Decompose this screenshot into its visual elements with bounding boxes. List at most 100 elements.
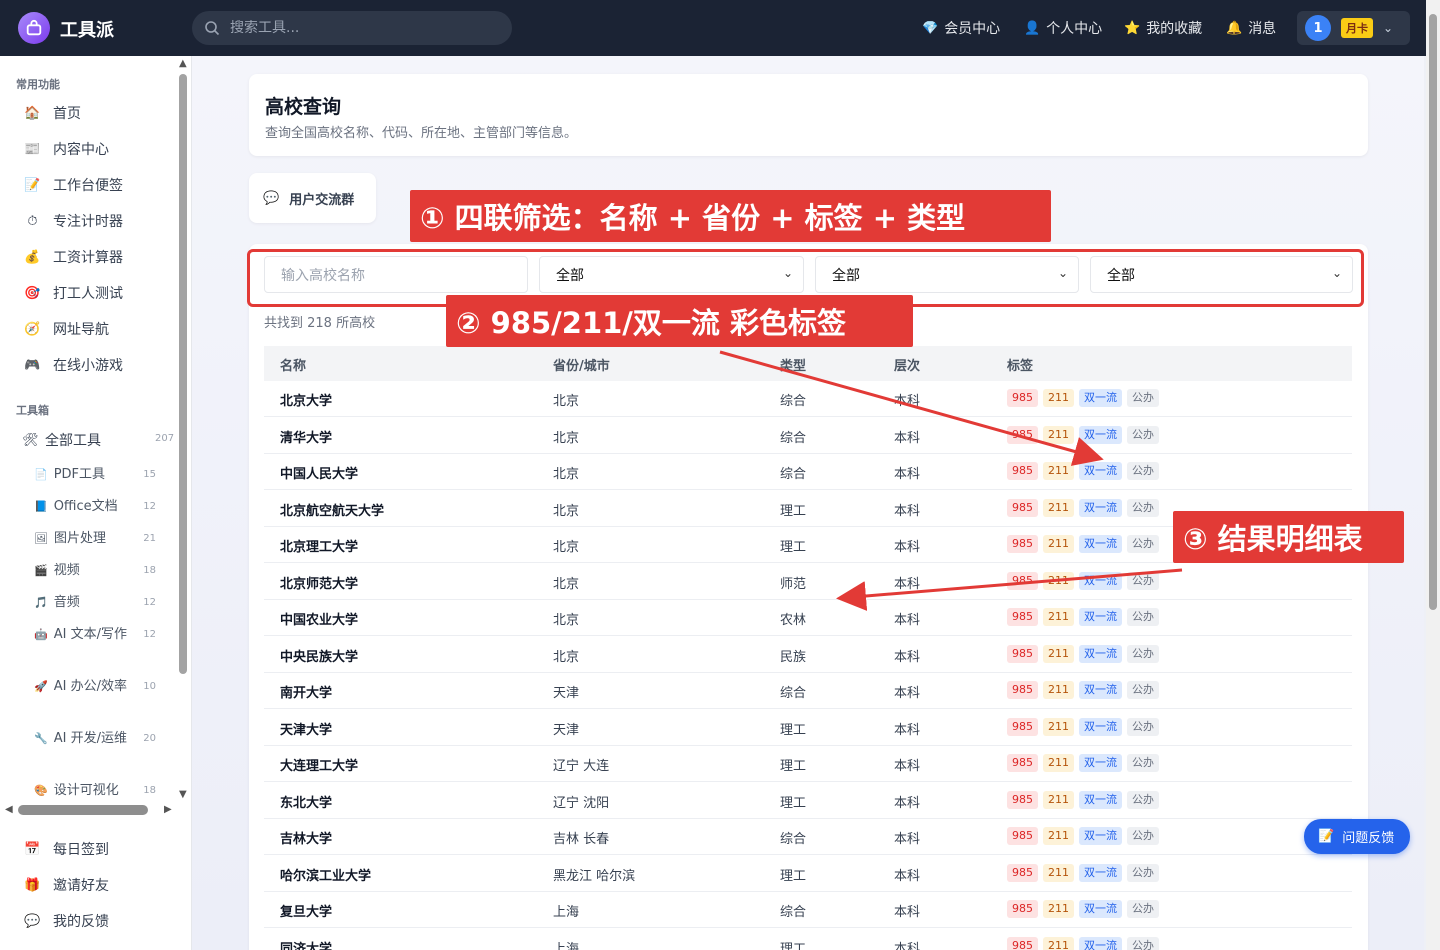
subitem-count: 15 bbox=[143, 469, 156, 480]
table-row[interactable]: 北京大学 北京 综合 本科 985 211 双一流 公办 bbox=[264, 381, 1352, 417]
table-row[interactable]: 中国农业大学 北京 农林 本科 985 211 双一流 公办 bbox=[264, 600, 1352, 636]
table-row[interactable]: 中国人民大学 北京 综合 本科 985 211 双一流 公办 bbox=[264, 454, 1352, 490]
cell-type: 综合 bbox=[780, 905, 807, 920]
col-city[interactable]: 省份/城市 bbox=[553, 355, 610, 374]
col-name[interactable]: 名称 bbox=[280, 355, 306, 374]
cell-tags: 985 211 双一流 公办 bbox=[1007, 936, 1159, 950]
sidebar-item-common[interactable]: 💰 工资计算器 bbox=[24, 247, 123, 267]
user-menu[interactable]: 1 月卡 ⌄ bbox=[1297, 11, 1410, 45]
tag-badge: 双一流 bbox=[1079, 790, 1122, 809]
nav-vip-center[interactable]: 💎 会员中心 bbox=[922, 18, 1000, 38]
user-group-button[interactable]: 💬 用户交流群 bbox=[249, 173, 376, 223]
section-title-toolbox: 工具箱 bbox=[16, 404, 49, 417]
cell-level: 本科 bbox=[894, 540, 921, 555]
menu-icon: 💰 bbox=[24, 249, 41, 265]
nav-favorites[interactable]: ⭐ 我的收藏 bbox=[1124, 18, 1202, 38]
search-input[interactable] bbox=[230, 20, 490, 36]
search-icon bbox=[205, 21, 220, 36]
sidebar-subitem-label: PDF工具 bbox=[53, 467, 106, 482]
table-row[interactable]: 南开大学 天津 综合 本科 985 211 双一流 公办 bbox=[264, 673, 1352, 709]
cell-tags: 985 211 双一流 公办 bbox=[1007, 827, 1159, 845]
nav-profile[interactable]: 👤 个人中心 bbox=[1024, 18, 1102, 38]
tag-badge: 双一流 bbox=[1079, 535, 1122, 553]
tag-badge: 公办 bbox=[1127, 462, 1159, 480]
sidebar-hscroll-thumb[interactable] bbox=[18, 805, 148, 815]
sidebar-item-common[interactable]: 🎮 在线小游戏 bbox=[24, 355, 123, 375]
col-tags[interactable]: 标签 bbox=[1007, 355, 1033, 374]
tag-badge: 公办 bbox=[1127, 681, 1159, 699]
nav-messages[interactable]: 🔔 消息 bbox=[1226, 18, 1276, 38]
table-row[interactable]: 同济大学 上海 理工 本科 985 211 双一流 公办 bbox=[264, 929, 1352, 950]
cell-tags: 985 211 双一流 公办 bbox=[1007, 571, 1159, 590]
table-row[interactable]: 中央民族大学 北京 民族 本科 985 211 双一流 公办 bbox=[264, 637, 1352, 673]
tag-badge: 985 bbox=[1007, 571, 1038, 590]
cell-name: 中国农业大学 bbox=[280, 613, 359, 628]
sidebar-scroll-thumb[interactable] bbox=[179, 74, 187, 674]
tag-badge: 公办 bbox=[1127, 425, 1159, 444]
cell-level: 本科 bbox=[894, 576, 921, 592]
sidebar-item-bottom[interactable]: 🎁 邀请好友 bbox=[24, 875, 109, 895]
cell-tags: 985 211 双一流 公办 bbox=[1007, 717, 1159, 736]
sidebar-item-label: 我的反馈 bbox=[53, 914, 109, 930]
table-row[interactable]: 复旦大学 上海 综合 本科 985 211 双一流 公办 bbox=[264, 892, 1352, 928]
sidebar-item-bottom[interactable]: 📅 每日签到 bbox=[24, 839, 109, 859]
sidebar-item-common[interactable]: ⏱ 专注计时器 bbox=[24, 211, 123, 231]
table-row[interactable]: 吉林大学 吉林 长春 综合 本科 985 211 双一流 公办 bbox=[264, 819, 1352, 855]
tag-badge: 211 bbox=[1043, 498, 1074, 517]
table-row[interactable]: 大连理工大学 辽宁 大连 理工 本科 985 211 双一流 公办 bbox=[264, 746, 1352, 782]
cell-type: 理工 bbox=[780, 540, 807, 555]
avatar[interactable]: 1 bbox=[1305, 15, 1331, 41]
sidebar-item-label: 每日签到 bbox=[53, 842, 109, 858]
tag-badge: 985 bbox=[1007, 535, 1038, 553]
scroll-left-arrow[interactable]: ◀ bbox=[5, 804, 13, 815]
chevron-down-icon[interactable]: ⌄ bbox=[1383, 21, 1393, 35]
tag-badge: 双一流 bbox=[1079, 571, 1122, 590]
table-row[interactable]: 东北大学 辽宁 沈阳 理工 本科 985 211 双一流 公办 bbox=[264, 783, 1352, 819]
membership-badge: 月卡 bbox=[1341, 18, 1373, 38]
brand-name[interactable]: 工具派 bbox=[60, 16, 114, 42]
tag-badge: 公办 bbox=[1127, 498, 1159, 517]
cell-type: 理工 bbox=[780, 941, 807, 950]
sidebar-item-common[interactable]: 🏠 首页 bbox=[24, 103, 81, 123]
col-type[interactable]: 类型 bbox=[780, 355, 806, 374]
tag-badge: 211 bbox=[1043, 790, 1074, 809]
sidebar-item-common[interactable]: 📰 内容中心 bbox=[24, 139, 109, 159]
page-scroll-thumb[interactable] bbox=[1429, 14, 1437, 610]
tag-badge: 985 bbox=[1007, 900, 1038, 918]
cell-type: 理工 bbox=[780, 868, 807, 884]
cell-type: 综合 bbox=[780, 832, 807, 847]
cell-city: 北京 bbox=[553, 613, 580, 628]
diamond-icon: 💎 bbox=[922, 20, 939, 36]
sidebar-item-bottom[interactable]: 💬 我的反馈 bbox=[24, 911, 109, 931]
sidebar-item-common[interactable]: 📝 工作台便签 bbox=[24, 175, 123, 195]
scroll-down-arrow[interactable]: ▼ bbox=[179, 789, 187, 800]
cell-name: 北京理工大学 bbox=[280, 540, 359, 555]
search-box[interactable] bbox=[192, 11, 512, 45]
tag-badge: 双一流 bbox=[1079, 754, 1122, 772]
annotation-1: ① 四联筛选：名称 + 省份 + 标签 + 类型 bbox=[410, 190, 1051, 242]
table-row[interactable]: 天津大学 天津 理工 本科 985 211 双一流 公办 bbox=[264, 710, 1352, 746]
feedback-button[interactable]: 📝 问题反馈 bbox=[1304, 819, 1410, 854]
bell-icon: 🔔 bbox=[1226, 20, 1243, 36]
tag-badge: 211 bbox=[1043, 936, 1074, 950]
tag-badge: 双一流 bbox=[1079, 462, 1122, 480]
sidebar-item-all-tools[interactable]: 🛠 全部工具 bbox=[22, 430, 101, 450]
logo-icon[interactable] bbox=[18, 12, 50, 44]
cell-tags: 985 211 双一流 公办 bbox=[1007, 754, 1159, 772]
sidebar-item-common[interactable]: 🎯 打工人测试 bbox=[24, 283, 123, 303]
scroll-up-arrow[interactable]: ▲ bbox=[179, 58, 187, 69]
table-row[interactable]: 哈尔滨工业大学 黑龙江 哈尔滨 理工 本科 985 211 双一流 公办 bbox=[264, 856, 1352, 892]
annotation-3: ③ 结果明细表 bbox=[1173, 511, 1404, 563]
sidebar-item-common[interactable]: 🧭 网址导航 bbox=[24, 319, 109, 339]
cell-city: 北京 bbox=[553, 467, 580, 482]
scroll-right-arrow[interactable]: ▶ bbox=[164, 804, 172, 815]
cell-name: 南开大学 bbox=[280, 686, 333, 701]
cell-city: 北京 bbox=[553, 430, 580, 446]
cell-city: 黑龙江 哈尔滨 bbox=[553, 868, 636, 884]
category-icon: 🤖 bbox=[34, 628, 48, 641]
table-row[interactable]: 北京师范大学 北京 师范 本科 985 211 双一流 公办 bbox=[264, 564, 1352, 600]
tag-badge: 211 bbox=[1043, 389, 1074, 407]
table-row[interactable]: 清华大学 北京 综合 本科 985 211 双一流 公办 bbox=[264, 418, 1352, 454]
cell-level: 本科 bbox=[894, 759, 921, 774]
col-level[interactable]: 层次 bbox=[894, 355, 920, 374]
